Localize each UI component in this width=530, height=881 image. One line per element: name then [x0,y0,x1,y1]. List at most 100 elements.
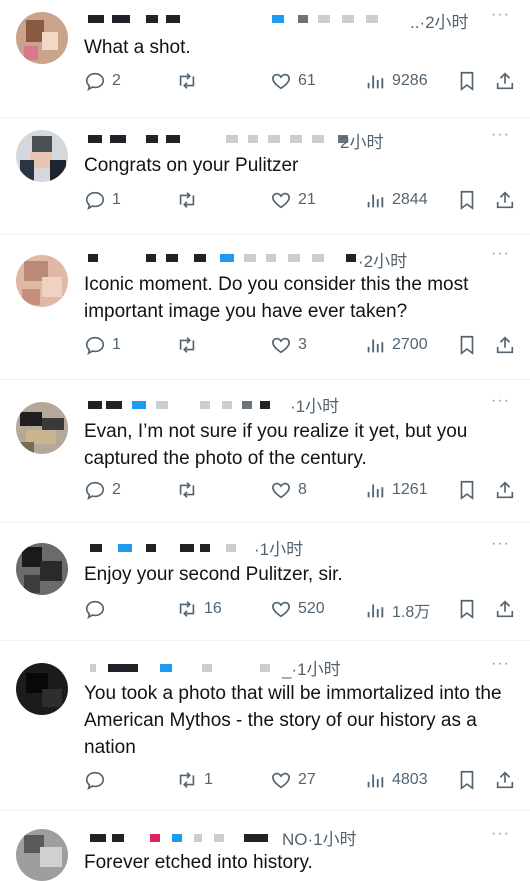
views-button[interactable]: 9286 [364,70,428,92]
views-button[interactable]: 2700 [364,334,428,356]
views-button[interactable]: 2844 [364,189,428,211]
reply-button[interactable]: 1 [84,334,121,356]
retweet-count: 1 [204,771,213,788]
more-options-icon[interactable]: ··· [491,392,510,410]
views-button[interactable]: 4803 [364,769,428,791]
bookmark-button[interactable] [456,769,478,791]
like-button[interactable]: 520 [270,598,325,620]
reply-item[interactable]: _·1小时 ··· You took a photo that will be … [0,641,530,811]
like-button[interactable]: 27 [270,769,316,791]
reply-item[interactable]: ·1小时 ··· Evan, I’m not sure if you reali… [0,380,530,523]
more-options-icon[interactable]: ··· [491,535,510,553]
bookmark-icon [460,599,474,619]
bookmark-icon [460,335,474,355]
reply-button[interactable]: 2 [84,70,121,92]
views-icon [367,339,384,353]
avatar[interactable] [16,255,68,307]
like-button[interactable]: 3 [270,334,307,356]
retweet-button[interactable] [176,479,204,501]
reply-button[interactable]: 1 [84,189,121,211]
action-bar: 16 520 1.8万 [84,598,514,624]
avatar[interactable] [16,663,68,715]
redacted-name [88,254,98,262]
like-count: 520 [298,600,325,617]
retweet-button[interactable] [176,334,204,356]
like-count: 21 [298,191,316,208]
reply-count: 1 [112,336,121,353]
timestamp: 2小时 [340,133,384,152]
bookmark-button[interactable] [456,334,478,356]
action-bar: 1 21 2844 [84,189,514,215]
action-bar: 1 27 4803 [84,769,514,795]
avatar[interactable] [16,12,68,64]
avatar[interactable] [16,829,68,881]
reply-item[interactable]: NO·1小时 ··· Forever etched into history. [0,811,530,881]
reply-item[interactable]: ·2小时 ··· Iconic moment. Do you consider … [0,235,530,380]
retweet-button[interactable]: 16 [176,598,222,620]
reply-header: NO·1小时 ··· [84,825,520,851]
reply-text: Congrats on your Pulitzer [84,155,299,176]
bookmark-button[interactable] [456,479,478,501]
like-button[interactable]: 21 [270,189,316,211]
share-button[interactable] [494,70,516,92]
reply-button[interactable] [84,598,112,620]
more-options-icon[interactable]: ··· [491,6,510,24]
views-icon [367,75,384,89]
reply-button[interactable] [84,769,112,791]
share-button[interactable] [494,598,516,620]
reply-text: Iconic moment. Do you consider this the … [84,274,469,322]
more-options-icon[interactable]: ··· [491,825,510,843]
reply-header: 2小时 ··· [84,126,520,152]
reply-item[interactable]: 2小时 ··· Congrats on your Pulitzer 1 21 2… [0,118,530,235]
retweet-icon [179,772,195,788]
like-button[interactable]: 8 [270,479,307,501]
reply-text: What a shot. [84,37,191,58]
action-bar: 2 61 9286 [84,70,514,96]
redacted-name [88,401,102,409]
views-count: 1261 [392,481,428,498]
views-count: 2700 [392,336,428,353]
retweet-count: 16 [204,600,222,617]
avatar[interactable] [16,130,68,182]
views-button[interactable]: 1261 [364,479,428,501]
reply-header: ·1小时 ··· [84,535,520,561]
bookmark-button[interactable] [456,189,478,211]
bookmark-button[interactable] [456,598,478,620]
share-icon [496,481,514,499]
views-button[interactable]: 1.8万 [364,598,430,622]
more-options-icon[interactable]: ··· [491,126,510,144]
heart-icon [272,772,290,789]
like-button[interactable]: 61 [270,70,316,92]
reply-header: _·1小时 ··· [84,655,520,681]
views-count: 2844 [392,191,428,208]
action-bar: 2 8 1261 [84,479,514,505]
reply-button[interactable]: 2 [84,479,121,501]
reply-item[interactable]: ..·2小时 ··· What a shot. 2 61 9286 [0,0,530,118]
more-options-icon[interactable]: ··· [491,655,510,673]
timestamp: ·1小时 [254,540,304,559]
share-icon [496,72,514,90]
reply-item[interactable]: ·1小时 ··· Enjoy your second Pulitzer, sir… [0,523,530,641]
views-icon [367,484,384,498]
retweet-button[interactable]: 1 [176,769,213,791]
reply-text: Enjoy your second Pulitzer, sir. [84,564,343,585]
retweet-button[interactable] [176,189,204,211]
retweet-icon [179,337,195,353]
share-icon [496,336,514,354]
like-count: 61 [298,72,316,89]
timestamp: NO·1小时 [282,830,357,849]
bookmark-button[interactable] [456,70,478,92]
retweet-button[interactable] [176,70,204,92]
reply-count: 2 [112,72,121,89]
share-button[interactable] [494,334,516,356]
avatar[interactable] [16,402,68,454]
share-button[interactable] [494,189,516,211]
share-icon [496,600,514,618]
reply-icon [85,191,105,210]
reply-text: Forever etched into history. [84,852,313,873]
share-button[interactable] [494,479,516,501]
heart-icon [272,73,290,90]
share-button[interactable] [494,769,516,791]
more-options-icon[interactable]: ··· [491,245,510,263]
avatar[interactable] [16,543,68,595]
